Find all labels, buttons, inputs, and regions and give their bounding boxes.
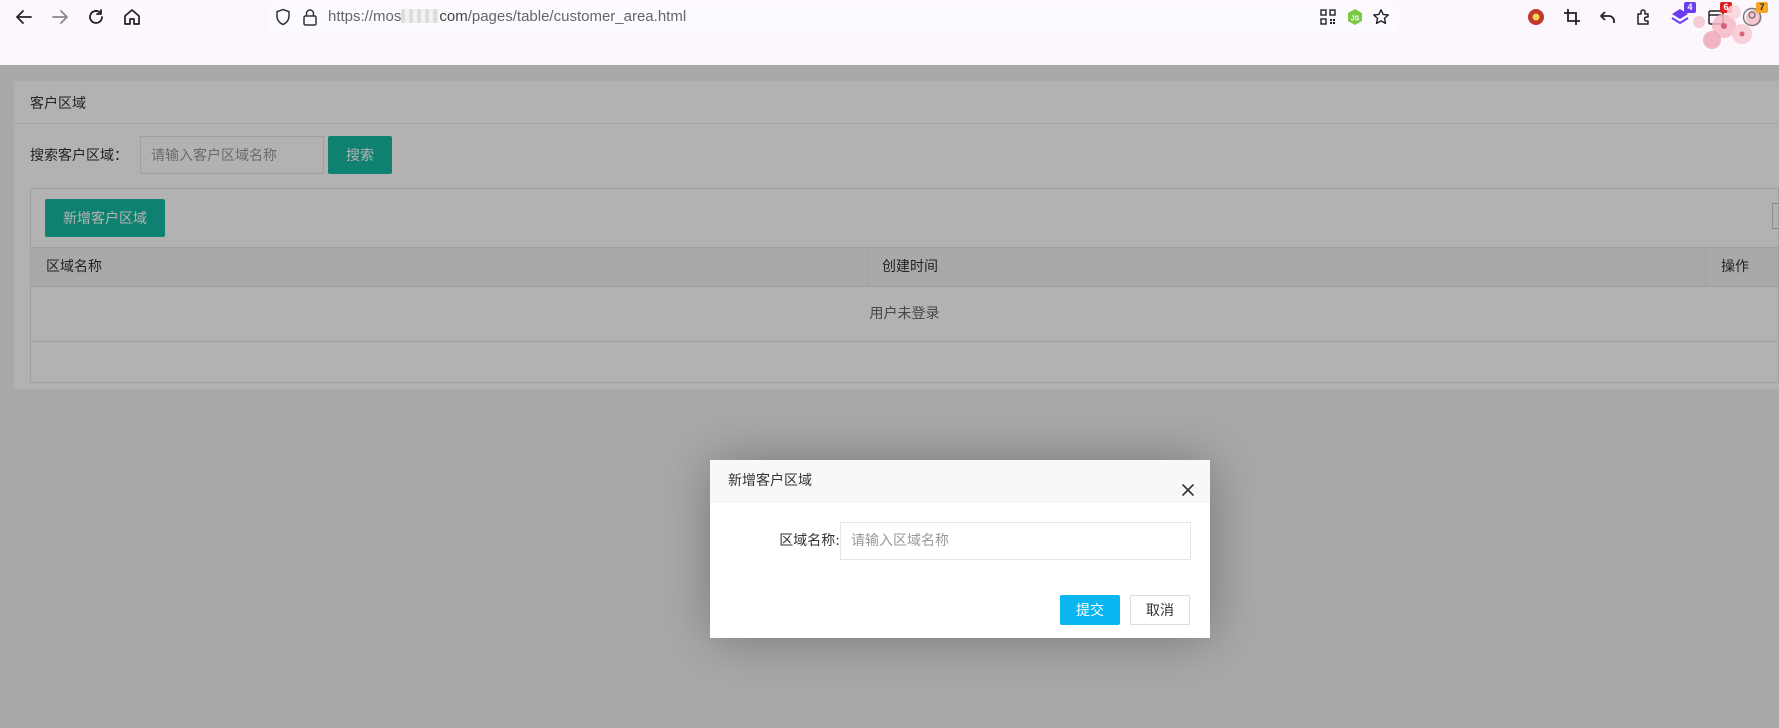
add-area-dialog: 新增客户区域 区域名称: 请输入区域名称 提交 取消 (710, 460, 1210, 638)
dialog-title: 新增客户区域 (728, 473, 812, 489)
svg-text:JS: JS (1351, 16, 1360, 23)
dialog-title-bar: 新增客户区域 (710, 460, 1210, 502)
area-name-row: 区域名称: 请输入区域名称 (710, 522, 1210, 560)
address-bar[interactable]: https://mos com/pages/table/customer_area… (268, 2, 1398, 32)
forward-arrow-icon[interactable] (47, 4, 73, 30)
lock-icon[interactable] (302, 8, 318, 30)
close-icon[interactable] (1180, 473, 1196, 496)
redacted-domain (401, 9, 440, 23)
area-name-input[interactable]: 请输入区域名称 (840, 522, 1191, 560)
profile-extension-icon[interactable] (1524, 5, 1548, 29)
browser-toolbar: https://mos com/pages/table/customer_area… (0, 0, 1779, 65)
puzzle-extensions-icon[interactable] (1632, 5, 1656, 29)
area-name-label: 区域名称: (779, 533, 840, 549)
back-arrow-icon[interactable] (11, 4, 37, 30)
account-avatar-icon[interactable]: 7 (1740, 2, 1768, 29)
shield-icon[interactable] (274, 8, 292, 30)
submit-button[interactable]: 提交 (1060, 595, 1120, 625)
crop-icon[interactable] (1560, 5, 1584, 29)
cancel-button[interactable]: 取消 (1130, 595, 1190, 625)
home-icon[interactable] (119, 4, 145, 30)
bookmark-star-icon[interactable] (1372, 8, 1390, 30)
qr-code-icon[interactable] (1320, 9, 1336, 29)
undo-icon[interactable] (1596, 5, 1620, 29)
url-text[interactable]: https://mos com/pages/table/customer_area… (328, 8, 686, 25)
js-extension-icon[interactable]: JS (1346, 8, 1364, 30)
reload-icon[interactable] (83, 4, 109, 30)
url-domain-suffix: com (439, 8, 468, 25)
url-path: /pages/table/customer_area.html (467, 8, 687, 25)
account-badge: 7 (1756, 2, 1768, 13)
url-prefix: https://mos (328, 8, 402, 25)
